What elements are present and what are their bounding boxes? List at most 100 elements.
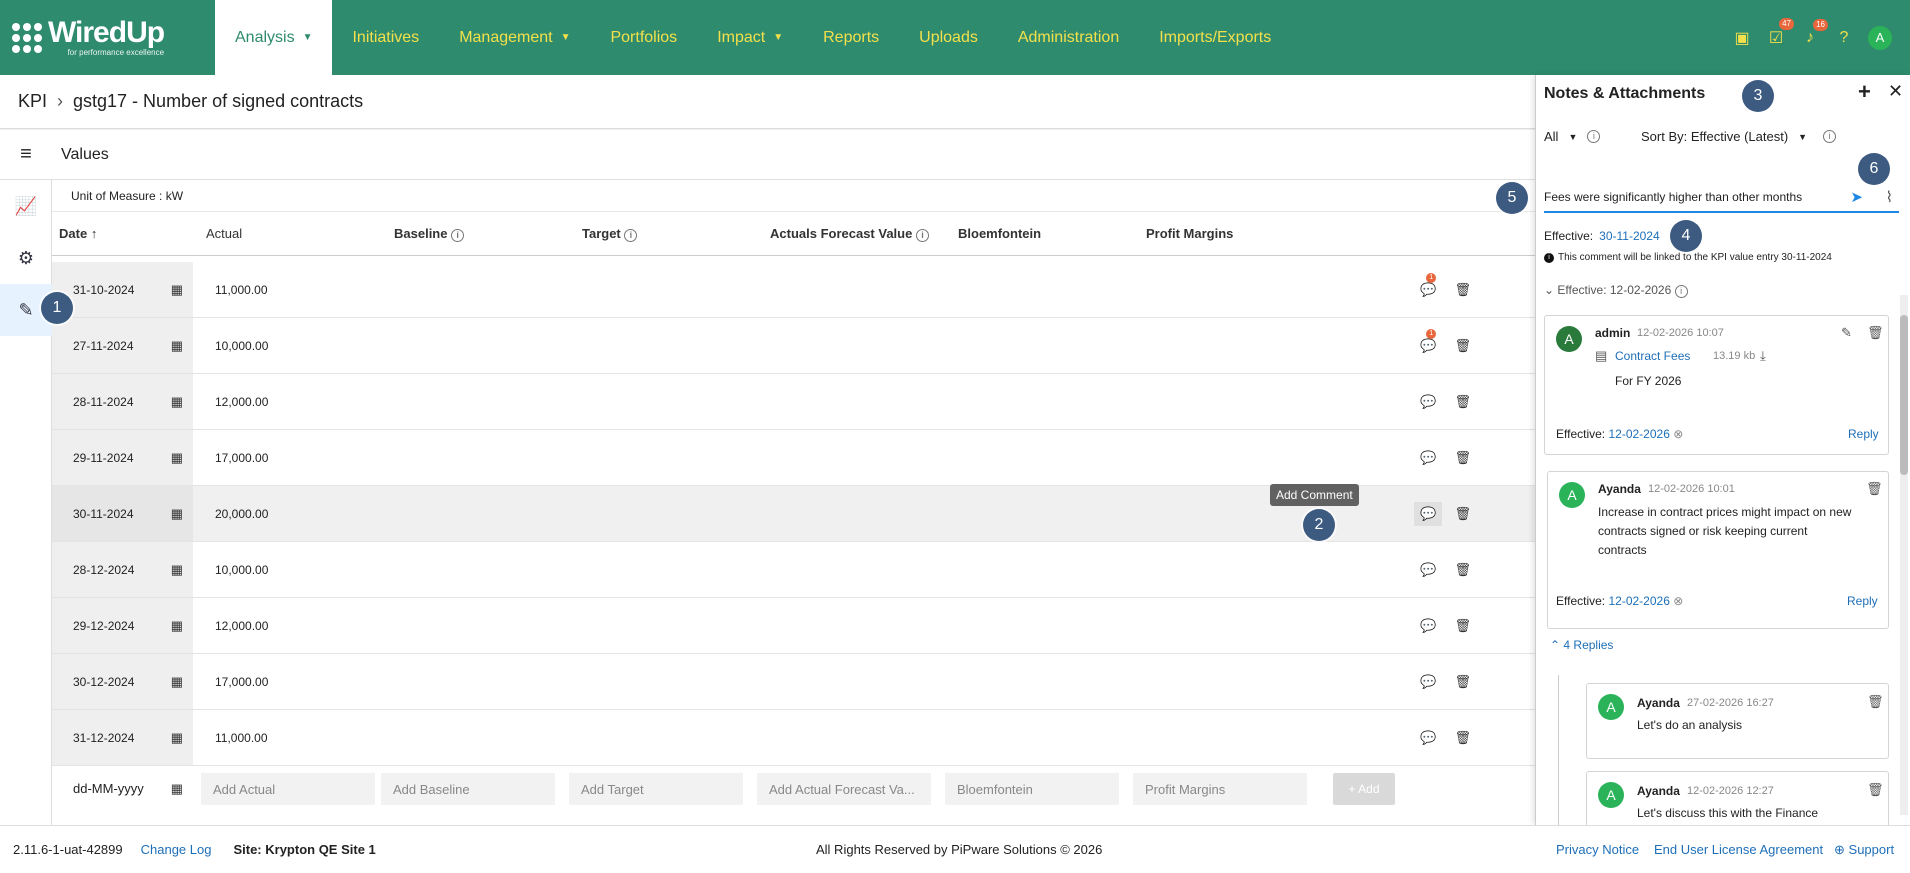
menu-icon[interactable]: ≡ [0,143,52,166]
trash-icon[interactable]: 🗑 [1866,481,1883,497]
col-date[interactable]: Date ↑ [52,226,193,241]
info-icon[interactable]: i [1823,130,1837,143]
comment-icon[interactable]: 💬 [1420,618,1436,634]
info-icon[interactable]: i [1587,130,1601,143]
values-header: ≡ Values [0,130,1535,180]
baseline-input[interactable]: Add Baseline [381,773,555,805]
bell-icon[interactable]: ♪ 16 [1800,18,1828,47]
comment-input[interactable]: Fees were significantly higher than othe… [1544,183,1899,213]
footer: 2.11.6-1-uat-42899 Change Log Site: Kryp… [0,825,1910,873]
bloemfontein-input[interactable]: Bloemfontein [945,773,1119,805]
trash-icon[interactable]: 🗑 [1867,782,1884,798]
trash-icon[interactable]: 🗑 [1454,450,1471,466]
trash-icon[interactable]: 🗑 [1454,282,1471,298]
actual-input[interactable]: Add Actual [201,773,375,805]
trash-icon[interactable]: 🗑 [1454,394,1471,410]
calendar-icon[interactable]: ▦ [171,338,183,354]
comment-icon[interactable]: 💬 [1420,730,1436,746]
row-actual[interactable]: 11,000.00 [193,283,381,297]
eula-link[interactable]: End User License Agreement [1654,842,1823,857]
nav-initiatives[interactable]: Initiatives [332,0,439,75]
row-actual[interactable]: 11,000.00 [193,731,381,745]
nav-administration[interactable]: Administration [998,0,1139,75]
help-icon[interactable]: ? [1834,29,1854,47]
nav-uploads[interactable]: Uploads [899,0,998,75]
profit-margins-input[interactable]: Profit Margins [1133,773,1307,805]
info-icon[interactable]: i [915,228,929,242]
row-actual[interactable]: 12,000.00 [193,395,381,409]
send-icon[interactable]: ➤ [1850,188,1863,206]
download-icon[interactable]: ⤓ [1760,348,1766,364]
effective-date-link[interactable]: 30-11-2024 [1599,229,1660,243]
comment-icon[interactable]: 💬 [1420,562,1436,578]
trash-icon[interactable]: 🗑 [1454,562,1471,578]
calendar-icon[interactable]: ▦ [171,450,183,466]
row-actual[interactable]: 17,000.00 [193,675,381,689]
date-input[interactable]: dd-MM-yyyy [73,781,144,797]
target-input[interactable]: Add Target [569,773,743,805]
calendar-icon[interactable]: ▦ [171,506,183,522]
tasks-icon[interactable]: ☑ 47 [1766,17,1794,48]
close-icon[interactable]: ✕ [1888,81,1903,102]
clear-icon[interactable]: ⊗ [1673,427,1683,441]
nav-impact[interactable]: Impact ▼ [697,0,803,75]
calendar-icon[interactable]: ▦ [171,781,183,797]
reply-button[interactable]: Reply [1847,594,1878,608]
paperclip-icon[interactable]: ⌇ [1886,188,1893,206]
clear-icon[interactable]: ⊗ [1673,594,1683,608]
comment-icon[interactable]: 💬 [1420,394,1436,410]
comment-icon[interactable]: 💬 1 [1420,328,1436,354]
logo[interactable]: WiredUp for performance excellence [0,0,215,75]
trash-icon[interactable]: 🗑 [1867,325,1884,341]
trash-icon[interactable]: 🗑 [1454,730,1471,746]
trash-icon[interactable]: 🗑 [1454,674,1471,690]
row-actual[interactable]: 12,000.00 [193,619,381,633]
row-actual[interactable]: 20,000.00 [193,507,381,521]
trash-icon[interactable]: 🗑 [1454,338,1471,354]
effective-group[interactable]: ⌄ Effective: 12-02-2026 i [1544,283,1688,298]
replies-toggle[interactable]: ⌃ 4 Replies [1550,638,1613,652]
calendar-icon[interactable]: ▣ [1732,28,1752,48]
row-actual[interactable]: 17,000.00 [193,451,381,465]
reply-button[interactable]: Reply [1848,427,1879,441]
nav-analysis[interactable]: Analysis ▼ [215,0,333,75]
trash-icon[interactable]: 🗑 [1454,618,1471,634]
chart-icon[interactable]: 📈 [0,180,52,232]
attachment-link[interactable]: Contract Fees [1615,347,1690,366]
privacy-link[interactable]: Privacy Notice [1556,842,1639,857]
sort-select[interactable]: Sort By: Effective (Latest) ▼ i [1641,129,1837,144]
info-icon[interactable]: i [451,228,465,242]
nav-imports-exports[interactable]: Imports/Exports [1139,0,1291,75]
info-icon[interactable]: i [624,228,638,242]
filter-select[interactable]: All ▼ i [1544,129,1601,144]
nav-reports[interactable]: Reports [803,0,899,75]
edit-icon[interactable]: ✎ [1841,325,1852,341]
gear-icon[interactable]: ⚙ [0,232,52,284]
comment-icon[interactable]: 💬 [1420,674,1436,690]
comment-icon[interactable]: 💬 1 [1420,272,1436,298]
forecast-input[interactable]: Add Actual Forecast Va... [757,773,931,805]
row-actual[interactable]: 10,000.00 [193,339,381,353]
panel-scrollbar[interactable] [1900,295,1908,815]
nav-portfolios[interactable]: Portfolios [590,0,697,75]
calendar-icon[interactable]: ▦ [171,618,183,634]
calendar-icon[interactable]: ▦ [171,282,183,298]
comment-icon[interactable]: 💬 [1420,450,1436,466]
trash-icon[interactable]: 🗑 [1454,506,1471,522]
row-actual[interactable]: 10,000.00 [193,563,381,577]
add-button[interactable]: + Add [1333,773,1395,805]
changelog-link[interactable]: Change Log [141,842,212,857]
info-icon[interactable]: i [1674,285,1688,298]
calendar-icon[interactable]: ▦ [171,674,183,690]
trash-icon[interactable]: 🗑 [1867,694,1884,710]
link-note: i This comment will be linked to the KPI … [1544,252,1832,263]
comment-icon[interactable]: 💬 [1414,501,1443,526]
add-icon[interactable]: + [1858,79,1871,105]
nav-management[interactable]: Management ▼ [439,0,590,75]
calendar-icon[interactable]: ▦ [171,394,183,410]
calendar-icon[interactable]: ▦ [171,730,183,746]
support-link[interactable]: ⊕ Support [1834,842,1894,858]
user-avatar[interactable]: A [1868,25,1892,50]
calendar-icon[interactable]: ▦ [171,562,183,578]
breadcrumb-root[interactable]: KPI [18,91,47,112]
